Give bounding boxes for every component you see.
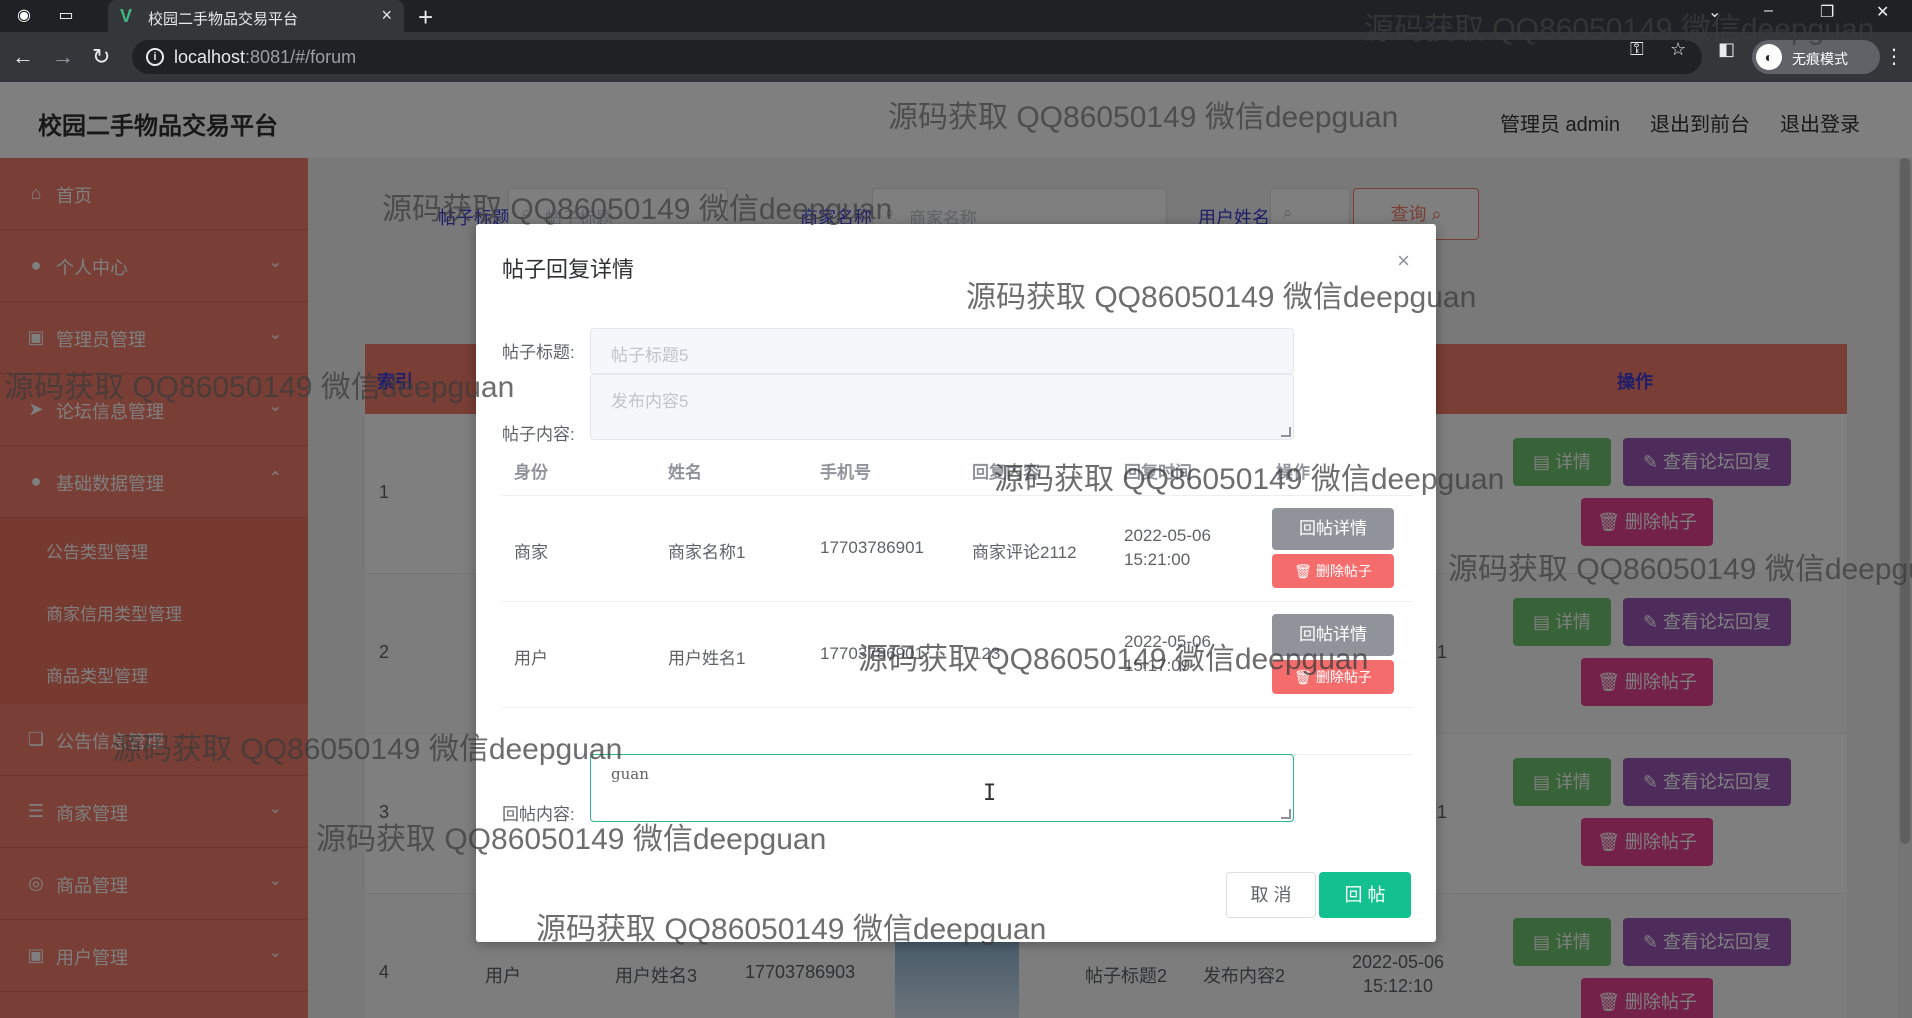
minimize-icon[interactable]: – xyxy=(1764,2,1773,20)
close-tab-icon[interactable]: × xyxy=(381,5,392,26)
resize-handle[interactable] xyxy=(1281,427,1291,437)
close-window-icon[interactable]: ✕ xyxy=(1876,2,1889,22)
replies-table-header: 身份 姓名 手机号 回复内容 回复时间 操作 xyxy=(502,444,1412,496)
tab-search-icon[interactable]: ▭ xyxy=(56,6,76,26)
url-text: localhost:8081/#/forum xyxy=(174,47,357,67)
post-content-field[interactable]: 发布内容5 xyxy=(590,374,1294,440)
post-title-field[interactable]: 帖子标题5 xyxy=(590,328,1294,374)
browser-tab[interactable]: V 校园二手物品交易平台 × xyxy=(108,0,404,32)
browser-tabbar: ◉ ▭ V 校园二手物品交易平台 × + ⌄ – ❐ ✕ xyxy=(0,0,1912,32)
reply-content-label: 回帖内容: xyxy=(502,805,575,824)
resize-handle[interactable] xyxy=(1281,809,1291,819)
reload-icon[interactable]: ↻ xyxy=(92,44,110,70)
reply-detail-dialog: 帖子回复详情 × 帖子标题: 帖子标题5 帖子内容: 发布内容5 身份 姓名 手… xyxy=(476,224,1436,942)
back-icon[interactable]: ← xyxy=(12,44,34,70)
site-info-icon[interactable]: i xyxy=(146,48,164,66)
reply-detail-button[interactable]: 回帖详情 xyxy=(1272,614,1394,656)
reply-row: 用户 用户姓名1 17703786901 123 2022-05-06 15:1… xyxy=(502,602,1412,708)
address-bar: ← → ↻ i localhost:8081/#/forum ⚿ ☆ ◧ ◐ 无… xyxy=(0,32,1912,82)
forward-icon[interactable]: → xyxy=(52,44,74,70)
restore-icon[interactable]: ❐ xyxy=(1820,2,1834,22)
incognito-icon: ◐ xyxy=(1756,44,1782,70)
incognito-label: 无痕模式 xyxy=(1792,51,1848,67)
key-icon[interactable]: ⚿ xyxy=(1630,39,1644,60)
reply-row: 商家 商家名称1 17703786901 商家评论2112 2022-05-06… xyxy=(502,496,1412,602)
reply-content-textarea[interactable]: guan I xyxy=(590,754,1294,822)
tab-title: 校园二手物品交易平台 xyxy=(148,11,299,28)
cancel-button[interactable]: 取 消 xyxy=(1226,872,1316,918)
url-omnibox[interactable]: i localhost:8081/#/forum xyxy=(132,40,1702,74)
close-icon[interactable]: × xyxy=(1397,248,1410,274)
dialog-title: 帖子回复详情 xyxy=(502,257,635,282)
submit-reply-button[interactable]: 回 帖 xyxy=(1319,872,1411,918)
new-tab-icon[interactable]: + xyxy=(418,2,433,33)
text-cursor-icon: I xyxy=(983,781,997,806)
delete-reply-button[interactable]: 🗑 删除帖子 xyxy=(1272,554,1394,588)
vue-logo-icon: V xyxy=(120,6,133,26)
chevron-down-icon[interactable]: ⌄ xyxy=(1708,2,1721,22)
star-icon[interactable]: ☆ xyxy=(1670,39,1686,60)
more-menu-icon[interactable]: ⋮ xyxy=(1884,44,1904,69)
delete-reply-button[interactable]: 🗑 删除帖子 xyxy=(1272,660,1394,694)
post-title-label: 帖子标题: xyxy=(502,343,575,362)
post-content-label: 帖子内容: xyxy=(502,425,575,444)
reply-detail-button[interactable]: 回帖详情 xyxy=(1272,508,1394,550)
incognito-badge[interactable]: ◐ 无痕模式 xyxy=(1752,40,1880,74)
globe-icon[interactable]: ◉ xyxy=(14,6,34,26)
extension-icon[interactable]: ◧ xyxy=(1718,39,1735,60)
